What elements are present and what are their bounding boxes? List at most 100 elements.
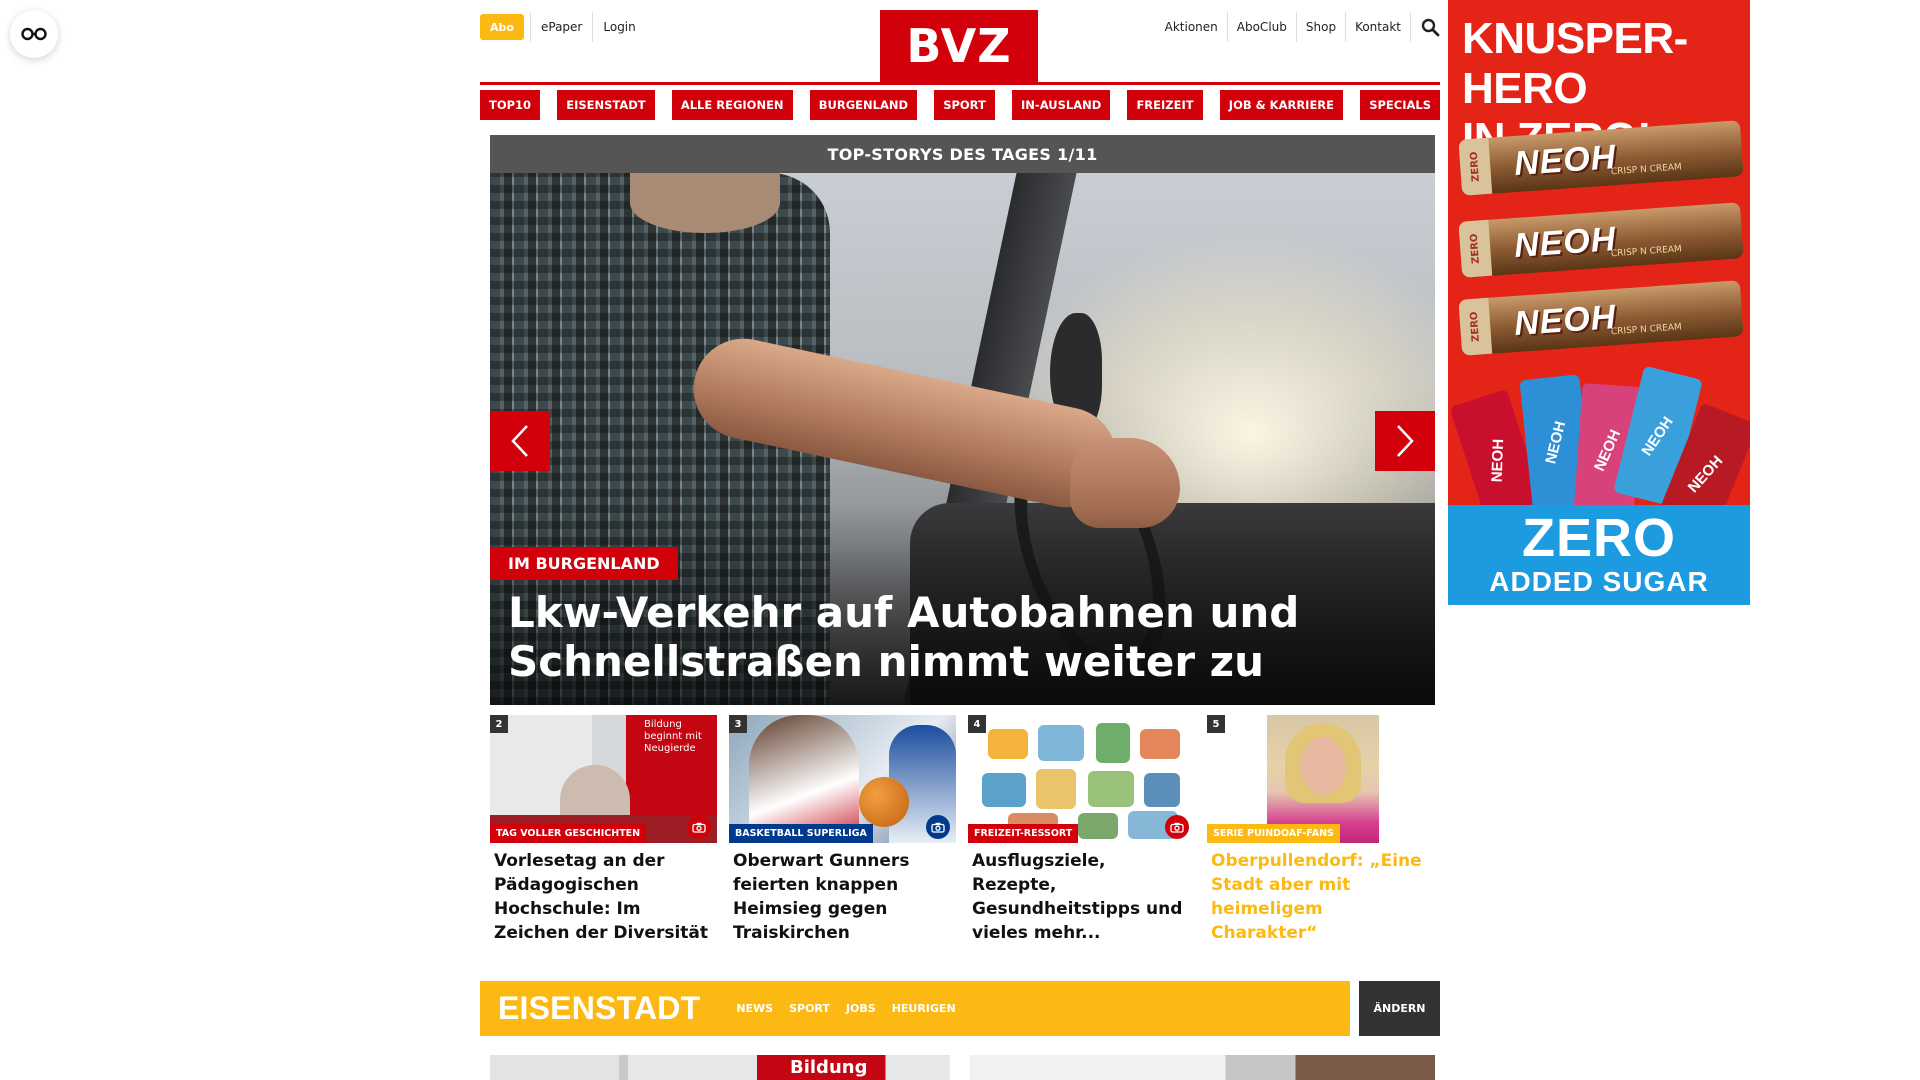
chevron-right-icon <box>1397 425 1414 457</box>
account-links: ePaper Login <box>530 12 646 42</box>
chevron-left-icon <box>511 425 528 457</box>
teaser-card[interactable]: Bildung beginnt mit Neugierde 2 TAG VOLL… <box>490 715 717 945</box>
top-bar: Abo ePaper Login BVZ Aktionen AboClub Sh… <box>480 0 1440 82</box>
teaser-number: 3 <box>729 715 747 733</box>
abo-button[interactable]: Abo <box>480 14 524 40</box>
gallery-camera-icon <box>926 815 950 839</box>
ad-pack-label: NEOH <box>1488 438 1508 482</box>
illustration-item <box>1140 729 1180 759</box>
slider-next-button[interactable] <box>1375 411 1435 471</box>
ad-pack-label: NEOH <box>1685 452 1727 496</box>
teaser-photo-face <box>1300 737 1346 795</box>
ad-bar-zero: ZERO <box>1458 297 1493 356</box>
teaser-card[interactable]: 3 BASKETBALL SUPERLIGA Oberwart Gunners … <box>729 715 956 945</box>
ad-bar-brand: NEOH <box>1512 137 1618 183</box>
aktionen-link[interactable]: Aktionen <box>1156 12 1228 42</box>
illustration-item <box>1038 725 1084 761</box>
gallery-camera-icon <box>687 815 711 839</box>
ad-footer: ZERO ADDED SUGAR <box>1448 505 1750 605</box>
illustration-item <box>982 773 1026 807</box>
teaser-title[interactable]: Vorlesetag an der Pädagogischen Hochschu… <box>490 849 717 945</box>
teaser-tag: TAG VOLLER GESCHICHTEN <box>490 824 647 843</box>
slider-prev-button[interactable] <box>490 411 550 471</box>
region-title[interactable]: EISENSTADT <box>480 990 700 1027</box>
header-divider <box>480 82 1440 85</box>
ad-bar-brand: NEOH <box>1512 219 1618 265</box>
illustration-item <box>1088 771 1134 807</box>
region-image-text: Bildung <box>790 1057 868 1078</box>
teaser-title[interactable]: Ausflugsziele, Rezepte, Gesundheitstipps… <box>968 849 1195 945</box>
illustration-item <box>1096 723 1130 763</box>
teaser-title[interactable]: Oberwart Gunners feierten knappen Heimsi… <box>729 849 956 945</box>
nav-item-job-karriere[interactable]: JOB & KARRIERE <box>1219 90 1344 120</box>
ad-bar-zero: ZERO <box>1458 137 1493 196</box>
region-link-news[interactable]: NEWS <box>736 1002 773 1015</box>
login-link[interactable]: Login <box>592 12 645 42</box>
kontakt-link[interactable]: Kontakt <box>1346 12 1411 42</box>
page-content: Abo ePaper Login BVZ Aktionen AboClub Sh… <box>480 0 1440 1080</box>
reader-mode-toggle-button[interactable] <box>10 10 58 58</box>
teaser-sign-text: Bildung beginnt mit Neugierde <box>644 719 702 754</box>
bvz-logo[interactable]: BVZ <box>880 10 1038 82</box>
region-article-image[interactable] <box>970 1055 1435 1080</box>
ad-pack-label: NEOH <box>1638 413 1678 459</box>
teaser-card[interactable]: 5 SERIE PUINDOAF-FANS Oberpullendorf: „E… <box>1207 715 1434 945</box>
service-links: Aktionen AboClub Shop Kontakt <box>1156 12 1440 42</box>
shop-link[interactable]: Shop <box>1297 12 1347 42</box>
ad-footer-line: ZERO <box>1521 508 1676 568</box>
nav-item-burgenland[interactable]: BURGENLAND <box>809 90 918 120</box>
ad-headline-line: KNUSPER-HERO <box>1462 14 1688 113</box>
ad-product-bar: ZERO NEOH CRISP N CREAM <box>1458 280 1744 356</box>
teaser-number: 4 <box>968 715 986 733</box>
gallery-camera-icon <box>1165 815 1189 839</box>
slide-photo-head <box>630 173 780 233</box>
teaser-image[interactable]: 3 BASKETBALL SUPERLIGA <box>729 715 956 843</box>
nav-item-freizeit[interactable]: FREIZEIT <box>1127 90 1203 120</box>
region-article-images: Bildung <box>490 1055 1435 1080</box>
ad-footer-line: ADDED SUGAR <box>1489 566 1709 597</box>
region-section-header: EISENSTADT NEWS SPORT JOBS HEURIGEN ÄNDE… <box>480 981 1440 1036</box>
teaser-title[interactable]: Oberpullendorf: „Eine Stadt aber mit hei… <box>1207 849 1434 945</box>
ad-bar-sub: CRISP N CREAM <box>1610 322 1683 338</box>
slider-heading: TOP-STORYS DES TAGES 1/11 <box>490 135 1435 173</box>
teaser-image[interactable]: Bildung beginnt mit Neugierde 2 TAG VOLL… <box>490 715 717 843</box>
illustration-item <box>1144 773 1180 807</box>
nav-item-sport[interactable]: SPORT <box>934 90 995 120</box>
teaser-image[interactable]: 5 SERIE PUINDOAF-FANS <box>1207 715 1434 843</box>
ad-product-bar: ZERO NEOH CRISP N CREAM <box>1458 202 1744 278</box>
teaser-row: Bildung beginnt mit Neugierde 2 TAG VOLL… <box>490 715 1435 945</box>
teaser-tag: SERIE PUINDOAF-FANS <box>1207 824 1340 843</box>
top-stories-slider: TOP-STORYS DES TAGES 1/11 IM BURGENLAND … <box>490 135 1435 705</box>
ad-pack-label: NEOH <box>1542 418 1570 466</box>
region-link-sport[interactable]: SPORT <box>789 1002 830 1015</box>
teaser-tag: FREIZEIT-RESSORT <box>968 824 1079 843</box>
slide-headline[interactable]: Lkw-Verkehr auf Autobahnen und Schnellst… <box>508 588 1368 686</box>
ad-bar-sub: CRISP N CREAM <box>1610 244 1683 260</box>
advertisement-banner[interactable]: KNUSPER-HERO IN ZERO! ZERO NEOH CRISP N … <box>1448 0 1750 605</box>
nav-item-alle-regionen[interactable]: ALLE REGIONEN <box>671 90 793 120</box>
teaser-tag: BASKETBALL SUPERLIGA <box>729 824 873 843</box>
aboclub-link[interactable]: AboClub <box>1228 12 1297 42</box>
ad-bar-brand: NEOH <box>1512 297 1618 343</box>
main-navigation: TOP10 EISENSTADT ALLE REGIONEN BURGENLAN… <box>480 90 1440 120</box>
illustration-item <box>988 729 1028 759</box>
illustration-item <box>1078 813 1118 839</box>
region-link-jobs[interactable]: JOBS <box>846 1002 876 1015</box>
slide-category-tag[interactable]: IM BURGENLAND <box>490 547 678 580</box>
nav-item-top10[interactable]: TOP10 <box>480 90 541 120</box>
nav-item-specials[interactable]: SPECIALS <box>1360 90 1440 120</box>
region-article-image[interactable]: Bildung <box>490 1055 950 1080</box>
change-region-button[interactable]: ÄNDERN <box>1359 981 1440 1036</box>
glasses-icon <box>21 27 47 41</box>
teaser-photo-ball <box>859 777 909 827</box>
teaser-card[interactable]: 4 FREIZEIT-RESSORT Ausflugsziele, Rezept… <box>968 715 1195 945</box>
nav-item-in-ausland[interactable]: IN-AUSLAND <box>1012 90 1111 120</box>
region-link-heurigen[interactable]: HEURIGEN <box>892 1002 956 1015</box>
slide-image[interactable]: IM BURGENLAND Lkw-Verkehr auf Autobahnen… <box>490 173 1435 705</box>
ad-bar-sub: CRISP N CREAM <box>1610 162 1683 178</box>
nav-item-eisenstadt[interactable]: EISENSTADT <box>557 90 655 120</box>
search-button[interactable] <box>1411 12 1440 42</box>
teaser-image[interactable]: 4 FREIZEIT-RESSORT <box>968 715 1195 843</box>
search-icon <box>1421 18 1440 36</box>
epaper-link[interactable]: ePaper <box>530 12 592 42</box>
